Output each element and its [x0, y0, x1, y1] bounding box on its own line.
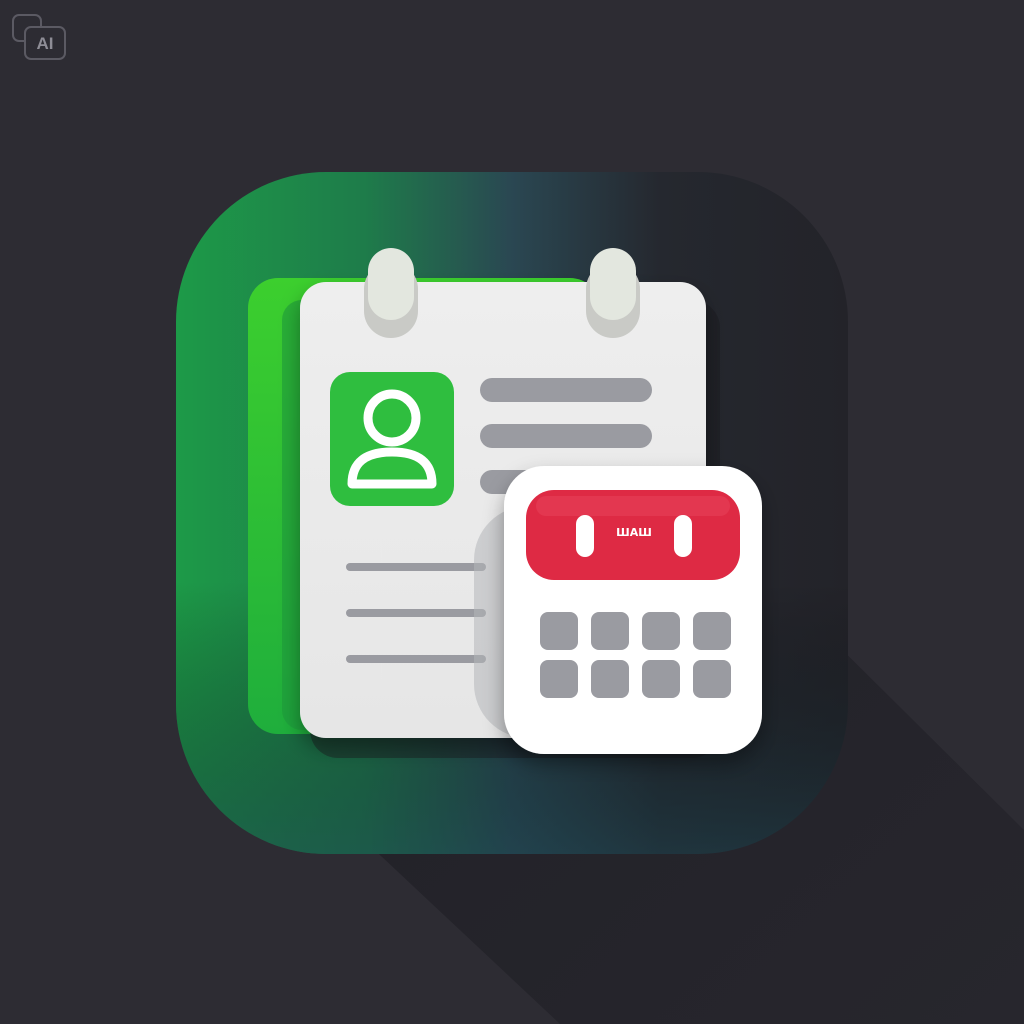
- calendar-header-glow: [536, 496, 730, 516]
- calendar-day-cell: [591, 612, 629, 650]
- binder-ring-right: [586, 248, 640, 338]
- binder-ring-left: [364, 248, 418, 338]
- calendar-ring-left: [576, 515, 594, 557]
- user-avatar-icon: [330, 372, 454, 506]
- calendar-ring-right: [674, 515, 692, 557]
- calendar-day-cell: [540, 612, 578, 650]
- calendar-day-cell: [642, 660, 680, 698]
- calendar-day-cell: [693, 660, 731, 698]
- calendar-day-cell: [540, 660, 578, 698]
- contact-calendar-app-icon: ШАШ: [176, 172, 1024, 1024]
- calendar-header-text: ШАШ: [616, 526, 652, 539]
- calendar-day-cell: [642, 612, 680, 650]
- calendar-day-cell: [591, 660, 629, 698]
- calendar-day-cell: [693, 612, 731, 650]
